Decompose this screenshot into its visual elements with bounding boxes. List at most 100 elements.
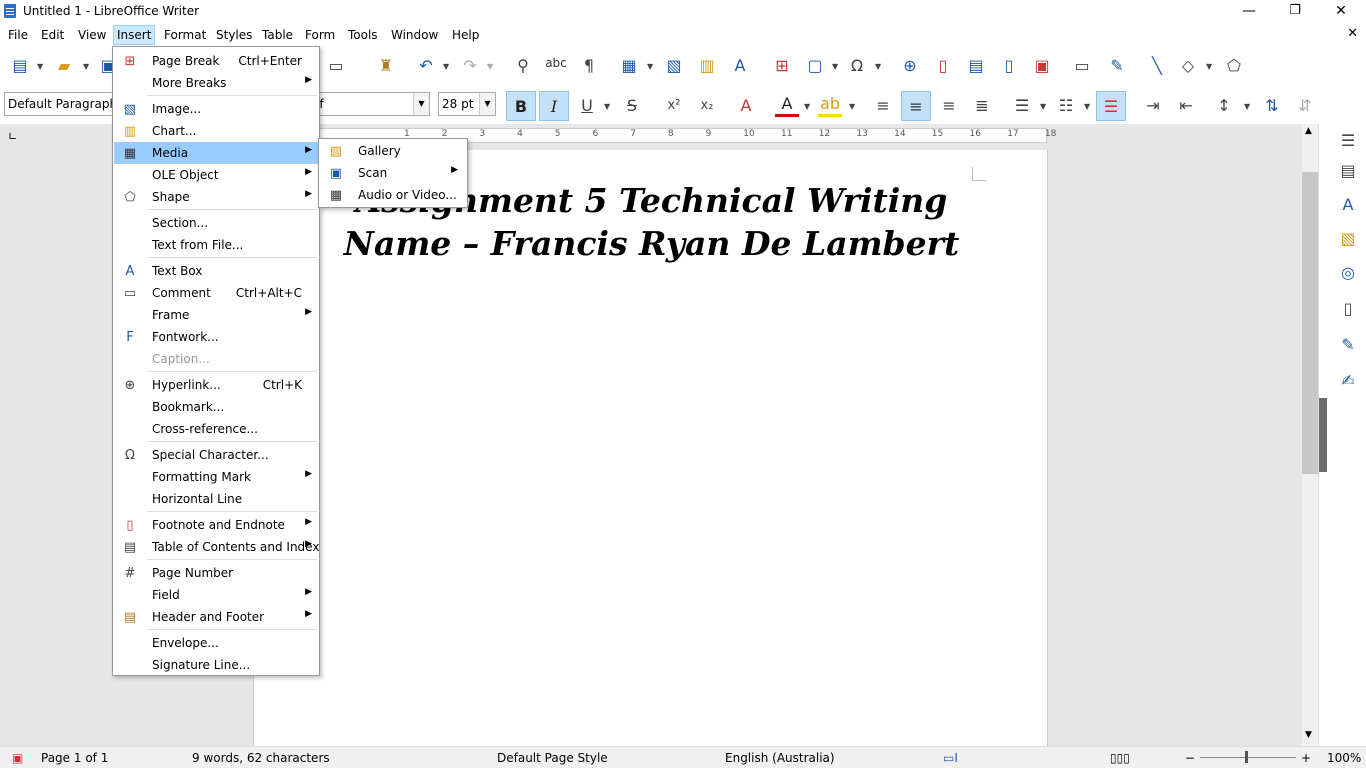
strikethrough-button[interactable]: S xyxy=(620,93,644,117)
language[interactable]: English (Australia) xyxy=(725,751,835,765)
chevron-down-icon[interactable]: ▼ xyxy=(1040,102,1048,111)
chevron-down-icon[interactable]: ▼ xyxy=(413,93,429,115)
insert-text-box-icon[interactable]: A xyxy=(728,53,752,77)
highlighting-color-icon[interactable]: ab xyxy=(818,93,842,117)
insert-field-icon[interactable]: ▢ xyxy=(803,53,827,77)
undo-icon[interactable]: ↶ xyxy=(414,53,438,77)
scroll-down-icon[interactable]: ▼ xyxy=(1305,730,1312,740)
insert-image-icon[interactable]: ▧ xyxy=(662,53,686,77)
new-document-icon[interactable]: ▤ xyxy=(8,53,32,77)
manage-changes-icon[interactable]: ✍ xyxy=(1336,368,1360,392)
chevron-down-icon[interactable]: ▼ xyxy=(1206,62,1214,71)
chevron-down-icon[interactable]: ▼ xyxy=(875,62,883,71)
zoom-slider[interactable] xyxy=(1200,757,1296,758)
font-size-combo[interactable]: 28 pt ▼ xyxy=(438,92,496,116)
menu-item-envelope[interactable]: Envelope... xyxy=(114,632,318,654)
chevron-down-icon[interactable]: ▼ xyxy=(479,93,495,115)
page-style[interactable]: Default Page Style xyxy=(497,751,608,765)
gallery-icon[interactable]: ▧ xyxy=(1336,226,1360,250)
align-center-icon[interactable]: ≡ xyxy=(901,91,931,121)
decrease-paragraph-spacing-icon[interactable]: ⇵ xyxy=(1293,93,1317,117)
insert-page-break-icon[interactable]: ⊞ xyxy=(770,53,794,77)
menu-item-signature-line[interactable]: Signature Line... xyxy=(114,654,318,676)
menu-item-chart[interactable]: ▥ Chart... xyxy=(114,120,318,142)
menu-form[interactable]: Form xyxy=(302,25,338,45)
menu-tools[interactable]: Tools xyxy=(345,25,381,45)
insert-footnote-icon[interactable]: ▯ xyxy=(931,53,955,77)
chevron-down-icon[interactable]: ▼ xyxy=(832,62,840,71)
menu-styles[interactable]: Styles xyxy=(213,25,255,45)
ordered-list-icon[interactable]: ☷ xyxy=(1054,93,1078,117)
unordered-list-icon[interactable]: ☰ xyxy=(1010,93,1034,117)
menu-view[interactable]: View xyxy=(75,25,109,45)
chevron-down-icon[interactable]: ▼ xyxy=(1084,102,1092,111)
chevron-down-icon[interactable]: ▼ xyxy=(37,62,45,71)
menu-item-horizontal-line[interactable]: Horizontal Line xyxy=(114,488,318,510)
sidebar-collapse-handle[interactable] xyxy=(1319,398,1327,472)
page-count[interactable]: Page 1 of 1 xyxy=(41,751,108,765)
menu-table[interactable]: Table xyxy=(259,25,296,45)
subscript-button[interactable]: x₂ xyxy=(695,93,719,117)
italic-button[interactable]: I xyxy=(539,91,569,121)
spelling-icon[interactable]: abc xyxy=(544,51,568,75)
vertical-scrollbar[interactable]: ▲ ▼ xyxy=(1302,124,1318,746)
line-spacing-icon[interactable]: ↕ xyxy=(1212,93,1236,117)
no-list-icon[interactable]: ☰ xyxy=(1096,91,1126,121)
single-page-view-icon[interactable]: ▯▯▯ xyxy=(1110,751,1130,765)
chevron-down-icon[interactable]: ▼ xyxy=(647,62,655,71)
insert-chart-icon[interactable]: ▥ xyxy=(695,53,719,77)
bold-button[interactable]: B xyxy=(506,91,536,121)
navigator-icon[interactable]: ◎ xyxy=(1336,260,1360,284)
menu-item-page-break[interactable]: ⊞ Page Break Ctrl+Enter xyxy=(114,50,318,72)
menu-insert[interactable]: Insert xyxy=(113,25,156,45)
menu-item-comment[interactable]: ▭ Comment Ctrl+Alt+C xyxy=(114,282,318,304)
track-changes-icon[interactable]: ✎ xyxy=(1105,53,1129,77)
chevron-down-icon[interactable]: ▼ xyxy=(849,102,857,111)
menu-item-image[interactable]: ▧ Image... xyxy=(114,98,318,120)
menu-item-cross-reference[interactable]: Cross-reference... xyxy=(114,418,318,440)
menu-help[interactable]: Help xyxy=(449,25,482,45)
insert-endnote-icon[interactable]: ▤ xyxy=(964,53,988,77)
tab-stop-icon[interactable]: ∟ xyxy=(8,130,17,143)
menu-item-formatting-mark[interactable]: Formatting Mark ▶ xyxy=(114,466,318,488)
word-count[interactable]: 9 words, 62 characters xyxy=(192,751,330,765)
menu-item-frame[interactable]: Frame ▶ xyxy=(114,304,318,326)
menu-item-text-box[interactable]: A Text Box xyxy=(114,260,318,282)
paste-icon[interactable]: ▭ xyxy=(324,53,348,77)
underline-button[interactable]: U xyxy=(575,93,599,117)
selection-mode-icon[interactable]: ▭I xyxy=(943,751,958,765)
insert-bookmark-icon[interactable]: ▯ xyxy=(997,53,1021,77)
redo-icon[interactable]: ↷ xyxy=(458,53,482,77)
menu-window[interactable]: Window xyxy=(388,25,441,45)
menu-item-header-footer[interactable]: ▤ Header and Footer ▶ xyxy=(114,606,318,628)
menu-file[interactable]: File xyxy=(5,25,31,45)
close-document-icon[interactable]: ✕ xyxy=(1347,26,1358,41)
chevron-down-icon[interactable]: ▼ xyxy=(604,102,612,111)
menu-item-caption[interactable]: Caption... xyxy=(114,348,318,370)
special-character-icon[interactable]: Ω xyxy=(845,53,869,77)
paragraph-style-combo[interactable]: Default Paragraph S xyxy=(4,92,114,116)
chevron-down-icon[interactable]: ▼ xyxy=(487,62,495,71)
minimize-button[interactable]: — xyxy=(1226,0,1272,23)
open-folder-icon[interactable]: ▰ xyxy=(52,53,76,77)
font-color-icon[interactable]: A xyxy=(775,93,799,117)
menu-item-footnote-endnote[interactable]: ▯ Footnote and Endnote ▶ xyxy=(114,514,318,536)
insert-table-icon[interactable]: ▦ xyxy=(617,53,641,77)
align-left-icon[interactable]: ≡ xyxy=(871,93,895,117)
menu-item-section[interactable]: Section... xyxy=(114,212,318,234)
increase-paragraph-spacing-icon[interactable]: ⇅ xyxy=(1260,93,1284,117)
document-author-line[interactable]: Name – Francis Ryan De Lambert xyxy=(254,224,1049,263)
menu-item-bookmark[interactable]: Bookmark... xyxy=(114,396,318,418)
menu-item-text-from-file[interactable]: Text from File... xyxy=(114,234,318,256)
basic-shapes-icon[interactable]: ◇ xyxy=(1176,53,1200,77)
menu-item-ole-object[interactable]: OLE Object ▶ xyxy=(114,164,318,186)
clear-formatting-icon[interactable]: A xyxy=(734,93,758,117)
zoom-in-icon[interactable]: + xyxy=(1301,751,1311,765)
page-icon[interactable]: ▯ xyxy=(1336,296,1360,320)
zoom-out-icon[interactable]: − xyxy=(1185,751,1195,765)
menu-item-hyperlink[interactable]: ⊕ Hyperlink... Ctrl+K xyxy=(114,374,318,396)
document-modified-icon[interactable]: ▣ xyxy=(12,751,23,765)
menu-format[interactable]: Format xyxy=(161,25,209,45)
close-button[interactable]: ✕ xyxy=(1318,0,1364,23)
sidebar-menu-icon[interactable]: ☰ xyxy=(1336,128,1360,152)
